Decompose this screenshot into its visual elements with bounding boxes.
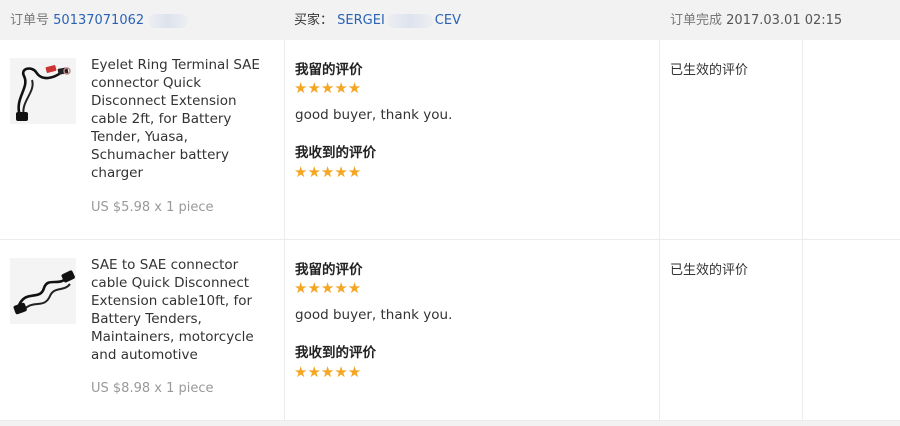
- given-feedback-label: 我留的评价: [295, 262, 363, 278]
- order-status-label: 订单完成: [670, 13, 723, 28]
- received-feedback-label: 我收到的评价: [295, 145, 376, 161]
- order-item-row: SAE to SAE connector cable Quick Disconn…: [0, 240, 900, 421]
- column-divider: [802, 40, 803, 239]
- bottom-divider: [0, 421, 900, 426]
- buyer-name-end: CEV: [434, 13, 461, 28]
- column-divider: [659, 40, 660, 239]
- column-divider: [284, 40, 285, 239]
- feedback-status: 已生效的评价: [670, 263, 749, 278]
- given-rating-stars: ★★★★★: [294, 79, 362, 97]
- product-thumbnail[interactable]: [10, 58, 76, 124]
- given-feedback-comment: good buyer, thank you.: [295, 307, 453, 323]
- given-feedback-label: 我留的评价: [295, 62, 363, 78]
- product-price: US $5.98 x 1 piece: [91, 200, 214, 215]
- buyer-name-link[interactable]: SERGEI CEV: [337, 13, 461, 28]
- order-number-label: 订单号: [10, 13, 50, 28]
- buyer-label: 买家：: [294, 13, 334, 28]
- given-rating-stars: ★★★★★: [294, 279, 362, 297]
- product-title[interactable]: Eyelet Ring Terminal SAE connector Quick…: [91, 56, 271, 182]
- order-number-block: 订单号 50137071062: [10, 9, 190, 28]
- order-completed-time: 2017.03.01 02:15: [726, 13, 843, 28]
- received-rating-stars: ★★★★★: [294, 163, 362, 181]
- order-header: 订单号 50137071062 买家： SERGEI CEV 订单完成 2017.…: [0, 0, 900, 40]
- feedback-status: 已生效的评价: [670, 63, 749, 78]
- buyer-block: 买家： SERGEI CEV: [294, 9, 461, 28]
- order-status-block: 订单完成 2017.03.01 02:15: [670, 9, 842, 28]
- column-divider: [284, 240, 285, 420]
- column-divider: [659, 240, 660, 420]
- received-feedback-label: 我收到的评价: [295, 345, 376, 361]
- product-thumbnail[interactable]: [10, 258, 76, 324]
- redaction-blur: [386, 13, 433, 28]
- buyer-name-start: SERGEI: [337, 13, 385, 28]
- order-number-link[interactable]: 50137071062: [53, 13, 144, 28]
- column-divider: [802, 240, 803, 420]
- product-title[interactable]: SAE to SAE connector cable Quick Disconn…: [91, 256, 271, 364]
- received-rating-stars: ★★★★★: [294, 363, 362, 381]
- redaction-blur: [148, 13, 189, 28]
- given-feedback-comment: good buyer, thank you.: [295, 107, 453, 123]
- product-price: US $8.98 x 1 piece: [91, 381, 214, 396]
- order-item-row: Eyelet Ring Terminal SAE connector Quick…: [0, 40, 900, 240]
